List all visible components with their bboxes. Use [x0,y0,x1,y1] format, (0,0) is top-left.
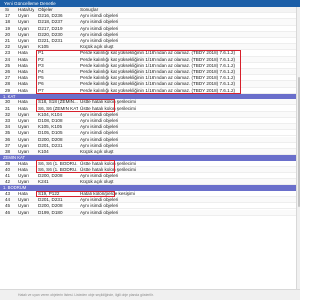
window-title: Yeni Güncelleme Denetle [4,1,56,6]
footer-hint: Hatalı ve uyarı veren objelerin listesi.… [18,292,154,297]
row-number: 46 [5,209,11,215]
results-grid[interactable]: Sı Hata/Uy. Objeler Sonuçlar 17 Uyarı D216, D2… [0,7,296,289]
check-results-window: Yeni Güncelleme Denetle Sı Hata/Uy. Objele… [0,0,301,300]
scrollbar-thumb[interactable] [297,77,301,207]
row-type: Uyarı [18,209,29,215]
title-bar[interactable]: Yeni Güncelleme Denetle [0,0,300,7]
row-object: D199, D180 [38,209,63,215]
row-description: Aynı isimdi objeleri [80,209,119,215]
table-row[interactable]: 46 Uyarı D199, D180 Aynı isimdi objeleri [0,209,296,216]
vertical-scrollbar[interactable] [296,7,301,289]
status-footer: Hatalı ve uyarı veren objelerin listesi.… [0,289,300,300]
